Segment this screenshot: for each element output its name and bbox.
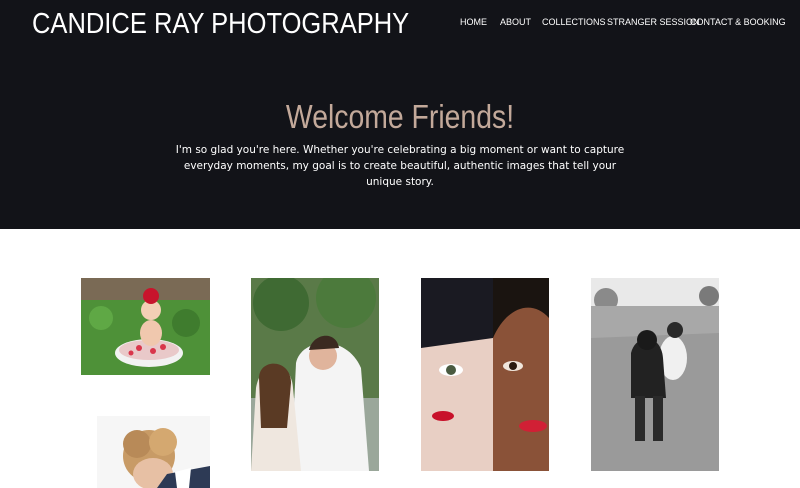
intro-text: I'm so glad you're here. Whether you're …: [175, 144, 625, 188]
women-running-field-photo[interactable]: [591, 278, 719, 471]
nav-about[interactable]: ABOUT: [500, 17, 531, 27]
baby-in-milk-bath-photo[interactable]: [81, 278, 210, 375]
site-title[interactable]: CANDICE RAY PHOTOGRAPHY: [32, 8, 409, 41]
nav-stranger-session[interactable]: STRANGER SESSION: [607, 17, 700, 27]
nav-home[interactable]: HOME: [460, 17, 487, 27]
hero-header: CANDICE RAY PHOTOGRAPHY HOME ABOUT COLLE…: [0, 0, 800, 229]
wedding-couple-photo[interactable]: [251, 278, 379, 471]
curly-hair-portrait-photo[interactable]: [97, 416, 210, 488]
welcome-heading: Welcome Friends!: [285, 98, 515, 135]
nav-collections[interactable]: COLLECTIONS: [542, 17, 606, 27]
nav-contact-booking[interactable]: CONTACT & BOOKING: [690, 17, 786, 27]
two-women-faces-photo[interactable]: [421, 278, 549, 471]
